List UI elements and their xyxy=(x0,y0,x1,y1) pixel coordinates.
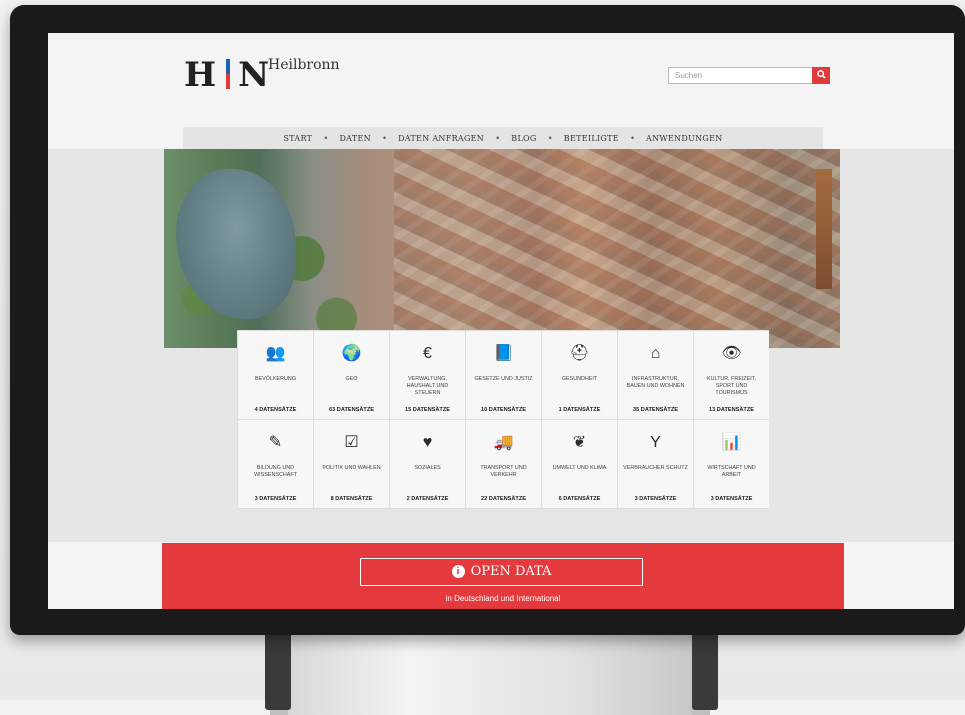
category-label: VERBRAUCHER SCHUTZ xyxy=(623,465,688,471)
category-count: 22 DATENSÄTZE xyxy=(481,496,526,502)
open-data-subtitle: in Deutschland und International xyxy=(445,594,561,603)
category-label: UMWELT UND KLIMA xyxy=(552,465,607,471)
open-data-label: OPEN DATA xyxy=(470,564,552,579)
eye-icon: 👁 xyxy=(721,345,742,362)
category-count: 3 DATENSÄTZE xyxy=(634,496,677,502)
category-tile[interactable]: ⛑ GESUNDHEIT 1 DATENSÄTZE xyxy=(542,331,617,419)
main-navigation: START • DATEN • DATEN ANFRAGEN • BLOG • BETEILIG… xyxy=(183,127,823,149)
category-count: 2 DATENSÄTZE xyxy=(406,496,449,502)
euro-icon: € xyxy=(423,345,432,362)
category-count: 3 DATENSÄTZE xyxy=(710,496,753,502)
category-label: INFRASTRUKTUR, BAUEN UND WOHNEN xyxy=(626,376,685,389)
search-button[interactable] xyxy=(812,67,830,84)
city-name: Heilbronn xyxy=(268,57,340,73)
category-tile[interactable]: Y VERBRAUCHER SCHUTZ 3 DATENSÄTZE xyxy=(618,420,693,508)
category-tile[interactable]: ✎ BILDUNG UND WISSENSCHAFT 3 DATENSÄTZE xyxy=(238,420,313,508)
search-input[interactable]: Suchen xyxy=(668,67,813,84)
category-label: SOZIALES xyxy=(414,465,441,471)
nav-item-beteiligte[interactable]: BETEILIGTE xyxy=(555,134,628,143)
category-count: 8 DATENSÄTZE xyxy=(330,496,373,502)
nav-separator: • xyxy=(496,133,500,143)
nav-separator: • xyxy=(548,133,552,143)
nav-separator: • xyxy=(324,133,328,143)
category-count: 3 DATENSÄTZE xyxy=(254,496,297,502)
search-icon xyxy=(816,70,826,79)
monitor-stand xyxy=(270,625,710,715)
home-icon: ⌂ xyxy=(650,345,661,362)
category-tile[interactable]: 📘 GESETZE UND JUSTIZ 10 DATENSÄTZE xyxy=(466,331,541,419)
category-tile[interactable]: 🚚 TRANSPORT UND VERKEHR 22 DATENSÄTZE xyxy=(466,420,541,508)
category-tile[interactable]: ❦ UMWELT UND KLIMA 6 DATENSÄTZE xyxy=(542,420,617,508)
medkit-icon: ⛑ xyxy=(569,345,590,362)
nav-item-daten-anfragen[interactable]: DATEN ANFRAGEN xyxy=(389,134,493,143)
site-logo[interactable]: HN xyxy=(184,55,271,95)
monitor-stand-leg-left xyxy=(265,630,291,710)
category-tile[interactable]: 👁 KULTUR, FREIZEIT, SPORT UND TOURISMUS 13… xyxy=(694,331,769,419)
category-count: 10 DATENSÄTZE xyxy=(481,407,526,413)
book-icon: 📘 xyxy=(493,345,514,362)
category-count: 63 DATENSÄTZE xyxy=(329,407,374,413)
website-screen: HN Heilbronn Suchen START • DATEN • DATEN AN… xyxy=(48,33,954,609)
category-count: 13 DATENSÄTZE xyxy=(709,407,754,413)
users-icon: 👥 xyxy=(265,345,286,362)
category-label: BEVÖLKERUNG xyxy=(254,376,297,382)
open-data-banner: i OPEN DATA in Deutschland und Internatio… xyxy=(162,543,844,609)
logo-separator xyxy=(226,59,231,89)
category-count: 1 DATENSÄTZE xyxy=(558,407,601,413)
nav-item-anwendungen[interactable]: ANWENDUNGEN xyxy=(637,134,732,143)
category-label: GESETZE UND JUSTIZ xyxy=(474,376,533,382)
checkbox-icon: ☑ xyxy=(344,434,359,451)
nav-separator: • xyxy=(630,133,635,143)
category-tile[interactable]: ☑ POLITIK UND WAHLEN 8 DATENSÄTZE xyxy=(314,420,389,508)
open-data-button[interactable]: i OPEN DATA xyxy=(360,558,643,586)
nav-separator: • xyxy=(382,133,387,143)
category-grid: 👥 BEVÖLKERUNG 4 DATENSÄTZE 🌍 GEO 63 DATENSÄTZ… xyxy=(237,330,769,509)
category-label: BILDUNG UND WISSENSCHAFT xyxy=(254,465,297,478)
truck-icon: 🚚 xyxy=(493,434,514,451)
monitor-stand-leg-right xyxy=(692,630,718,710)
category-label: VERWALTUNG, HAUSHALT UND STEUERN xyxy=(406,376,449,396)
logo-letter-left: H xyxy=(184,55,219,95)
category-count: 6 DATENSÄTZE xyxy=(558,496,601,502)
nav-item-blog[interactable]: BLOG xyxy=(502,134,545,143)
category-label: GESUNDHEIT xyxy=(561,376,598,382)
category-tile[interactable]: ⌂ INFRASTRUKTUR, BAUEN UND WOHNEN 35 DATEN… xyxy=(618,331,693,419)
category-tile[interactable]: 🌍 GEO 63 DATENSÄTZE xyxy=(314,331,389,419)
category-label: KULTUR, FREIZEIT, SPORT UND TOURISMUS xyxy=(706,376,757,396)
category-tile[interactable]: 📊 WIRTSCHAFT UND ARBEIT 3 DATENSÄTZE xyxy=(694,420,769,508)
category-tile[interactable]: 👥 BEVÖLKERUNG 4 DATENSÄTZE xyxy=(238,331,313,419)
category-count: 15 DATENSÄTZE xyxy=(405,407,450,413)
logo-letter-right: N xyxy=(238,55,272,95)
pencil-icon: ✎ xyxy=(268,434,283,451)
globe-icon: 🌍 xyxy=(341,345,362,362)
category-tile[interactable]: € VERWALTUNG, HAUSHALT UND STEUERN 15 DATE… xyxy=(390,331,465,419)
nav-item-start[interactable]: START xyxy=(274,134,321,143)
category-label: TRANSPORT UND VERKEHR xyxy=(480,465,527,478)
monitor-frame: HN Heilbronn Suchen START • DATEN • DATEN AN… xyxy=(10,5,965,635)
category-count: 4 DATENSÄTZE xyxy=(254,407,297,413)
category-tile[interactable]: ♥ SOZIALES 2 DATENSÄTZE xyxy=(390,420,465,508)
glass-icon: Y xyxy=(650,434,661,451)
category-count: 35 DATENSÄTZE xyxy=(633,407,678,413)
leaf-icon: ❦ xyxy=(572,434,587,451)
nav-item-daten[interactable]: DATEN xyxy=(330,134,379,143)
bar-chart-icon: 📊 xyxy=(721,434,742,451)
info-icon: i xyxy=(451,565,465,578)
hero-image-heilbronn-aerial xyxy=(164,149,840,348)
category-label: POLITIK UND WAHLEN xyxy=(322,465,381,471)
category-label: WIRTSCHAFT UND ARBEIT xyxy=(707,465,756,478)
category-label: GEO xyxy=(345,376,358,382)
heart-icon: ♥ xyxy=(422,434,433,451)
